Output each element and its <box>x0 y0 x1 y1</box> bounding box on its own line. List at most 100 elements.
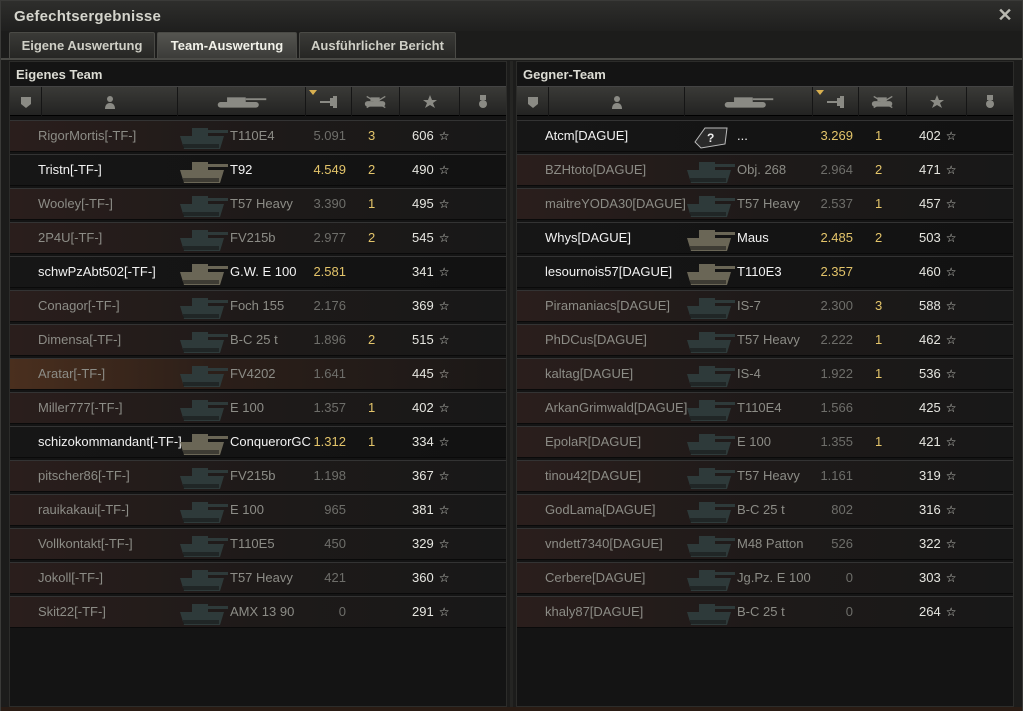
enemy-team-panel: Gegner-Team Atcm[DAGUE] ? ... 3.269 1 40… <box>516 61 1014 707</box>
table-row[interactable]: Aratar[-TF-] FV4202 1.641 445 ☆ <box>10 358 506 390</box>
xp-cell: 303 ☆ <box>919 563 956 593</box>
player-name: pitscher86[-TF-] <box>38 468 130 483</box>
xp-star-icon: ☆ <box>945 129 957 143</box>
tank-name: ConquerorGC <box>230 434 311 449</box>
table-row[interactable]: maitreYODA30[DAGUE] T57 Heavy 2.537 1 457 ☆ <box>517 188 1013 220</box>
player-icon[interactable] <box>549 87 685 116</box>
tank-name: T92 <box>230 162 253 177</box>
table-row[interactable]: Conagor[-TF-] Foch 155 2.176 369 ☆ <box>10 290 506 322</box>
damage-value: 2.357 <box>820 264 853 279</box>
squad-icon[interactable] <box>10 87 42 116</box>
xp-cell: 341 ☆ <box>412 257 449 287</box>
damage-value: 4.549 <box>313 162 346 177</box>
xp-star-icon[interactable] <box>400 87 460 116</box>
xp-value: 329 <box>412 536 434 551</box>
table-row[interactable]: Skit22[-TF-] AMX 13 90 0 291 ☆ <box>10 596 506 628</box>
table-row[interactable]: lesournois57[DAGUE] T110E3 2.357 460 ☆ <box>517 256 1013 288</box>
table-row[interactable]: Tristn[-TF-] T92 4.549 2 490 ☆ <box>10 154 506 186</box>
xp-value: 264 <box>919 604 941 619</box>
table-row[interactable]: BZHtoto[DAGUE] Obj. 268 2.964 2 471 ☆ <box>517 154 1013 186</box>
table-row[interactable]: PhDCus[DAGUE] T57 Heavy 2.222 1 462 ☆ <box>517 324 1013 356</box>
table-row[interactable]: Whys[DAGUE] Maus 2.485 2 503 ☆ <box>517 222 1013 254</box>
tank-icon[interactable] <box>685 87 813 116</box>
tab-eigene-auswertung[interactable]: Eigene Auswertung <box>9 32 155 58</box>
xp-cell: 264 ☆ <box>919 597 956 627</box>
table-row[interactable]: vndett7340[DAGUE] M48 Patton 526 322 ☆ <box>517 528 1013 560</box>
xp-star-icon: ☆ <box>438 367 450 381</box>
damage-value: 1.198 <box>313 468 346 483</box>
tank-icon <box>687 570 735 591</box>
tank-name: T110E3 <box>737 264 782 279</box>
squad-icon[interactable] <box>517 87 549 116</box>
damage-value: 1.641 <box>313 366 346 381</box>
table-row[interactable]: GodLama[DAGUE] B-C 25 t 802 316 ☆ <box>517 494 1013 526</box>
xp-value: 460 <box>919 264 941 279</box>
table-row[interactable]: schwPzAbt502[-TF-] G.W. E 100 2.581 341 ☆ <box>10 256 506 288</box>
destroyed-tank-icon[interactable] <box>352 87 400 116</box>
tank-icon <box>180 128 228 149</box>
player-name: ArkanGrimwald[DAGUE] <box>545 400 688 415</box>
table-row[interactable]: 2P4U[-TF-] FV215b 2.977 2 545 ☆ <box>10 222 506 254</box>
kills-value: 2 <box>875 230 883 245</box>
xp-cell: 319 ☆ <box>919 461 956 491</box>
medal-icon[interactable] <box>460 87 506 116</box>
damage-icon[interactable] <box>306 87 352 116</box>
tank-icon <box>180 298 228 319</box>
xp-cell: 490 ☆ <box>412 155 449 185</box>
tank-name: T57 Heavy <box>737 468 800 483</box>
xp-star-icon: ☆ <box>438 163 450 177</box>
tank-name: AMX 13 90 <box>230 604 295 619</box>
tab-team-auswertung[interactable]: Team-Auswertung <box>157 32 297 58</box>
xp-star-icon: ☆ <box>438 469 450 483</box>
table-row[interactable]: Cerbere[DAGUE] Jg.Pz. E 100 0 303 ☆ <box>517 562 1013 594</box>
destroyed-tank-icon[interactable] <box>859 87 907 116</box>
damage-value: 2.977 <box>313 230 346 245</box>
table-row[interactable]: Piramaniacs[DAGUE] IS-7 2.300 3 588 ☆ <box>517 290 1013 322</box>
player-name: vndett7340[DAGUE] <box>545 536 663 551</box>
table-row[interactable]: rauikakaui[-TF-] E 100 965 381 ☆ <box>10 494 506 526</box>
xp-star-icon: ☆ <box>945 605 957 619</box>
player-name: PhDCus[DAGUE] <box>545 332 647 347</box>
player-icon[interactable] <box>42 87 178 116</box>
table-row[interactable]: tinou42[DAGUE] T57 Heavy 1.161 319 ☆ <box>517 460 1013 492</box>
player-name: schizokommandant[-TF-] <box>38 434 182 449</box>
tank-name: E 100 <box>737 434 771 449</box>
tank-name: Jg.Pz. E 100 <box>737 570 811 585</box>
tank-icon <box>180 400 228 421</box>
table-row[interactable]: kaltag[DAGUE] IS-4 1.922 1 536 ☆ <box>517 358 1013 390</box>
table-row[interactable]: Wooley[-TF-] T57 Heavy 3.390 1 495 ☆ <box>10 188 506 220</box>
table-row[interactable]: pitscher86[-TF-] FV215b 1.198 367 ☆ <box>10 460 506 492</box>
tank-icon <box>687 162 735 183</box>
table-row[interactable]: RigorMortis[-TF-] T110E4 5.091 3 606 ☆ <box>10 120 506 152</box>
table-row[interactable]: Jokoll[-TF-] T57 Heavy 421 360 ☆ <box>10 562 506 594</box>
kills-value: 3 <box>368 128 376 143</box>
xp-star-icon[interactable] <box>907 87 967 116</box>
xp-value: 462 <box>919 332 941 347</box>
table-row[interactable]: Vollkontakt[-TF-] T110E5 450 329 ☆ <box>10 528 506 560</box>
xp-star-icon: ☆ <box>438 299 450 313</box>
table-row[interactable]: Dimensa[-TF-] B-C 25 t 1.896 2 515 ☆ <box>10 324 506 356</box>
table-row[interactable]: schizokommandant[-TF-] ConquerorGC 1.312 1 3… <box>10 426 506 458</box>
xp-star-icon: ☆ <box>438 503 450 517</box>
medal-icon[interactable] <box>967 87 1013 116</box>
tank-name: FV215b <box>230 468 276 483</box>
tank-icon <box>687 196 735 217</box>
xp-cell: 421 ☆ <box>919 427 956 457</box>
table-row[interactable]: ArkanGrimwald[DAGUE] T110E4 1.566 425 ☆ <box>517 392 1013 424</box>
table-row[interactable]: EpolaR[DAGUE] E 100 1.355 1 421 ☆ <box>517 426 1013 458</box>
player-name: Piramaniacs[DAGUE] <box>545 298 670 313</box>
bottom-strip <box>1 707 1022 711</box>
damage-icon[interactable] <box>813 87 859 116</box>
table-row[interactable]: Atcm[DAGUE]?... 3.269 1 402 ☆ <box>517 120 1013 152</box>
xp-cell: 334 ☆ <box>412 427 449 457</box>
tank-icon <box>180 196 228 217</box>
tank-icon[interactable] <box>178 87 306 116</box>
tab-ausfuehrlicher-bericht[interactable]: Ausführlicher Bericht <box>299 32 456 58</box>
player-name: tinou42[DAGUE] <box>545 468 642 483</box>
xp-value: 471 <box>919 162 941 177</box>
close-icon[interactable]: ✕ <box>996 6 1014 24</box>
xp-cell: 381 ☆ <box>412 495 449 525</box>
tank-name: E 100 <box>230 502 264 517</box>
table-row[interactable]: Miller777[-TF-] E 100 1.357 1 402 ☆ <box>10 392 506 424</box>
table-row[interactable]: khaly87[DAGUE] B-C 25 t 0 264 ☆ <box>517 596 1013 628</box>
